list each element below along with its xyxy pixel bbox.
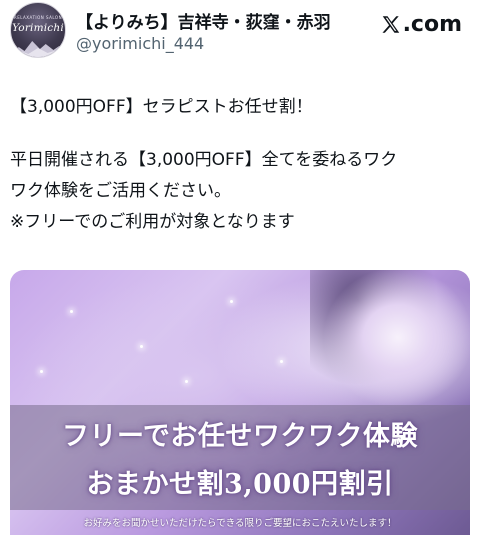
user-handle[interactable]: @yorimichi_444 bbox=[76, 34, 204, 53]
promo-headline: おまかせ割3,000円割引 bbox=[86, 469, 394, 500]
tweet-line: 平日開催される【3,000円OFF】全てを委ねるワク bbox=[10, 150, 398, 170]
model-portrait bbox=[310, 270, 470, 420]
x-logo-icon bbox=[382, 15, 399, 33]
promo-headline: フリーでお任せワクワク体験 bbox=[62, 421, 418, 452]
avatar-small-text: RELAXATION SALON bbox=[13, 15, 63, 20]
tweet-card: RELAXATION SALON Yorimichi 【よりみち】吉祥寺・荻窪・… bbox=[0, 0, 480, 535]
display-name[interactable]: 【よりみち】吉祥寺・荻窪・赤羽 bbox=[76, 8, 331, 33]
x-logo-link[interactable]: .com bbox=[380, 12, 462, 37]
mountain-logo-icon bbox=[11, 41, 65, 57]
tweet-line: ワク体験をご活用ください。 bbox=[10, 181, 231, 201]
x-logo-label: .com bbox=[402, 12, 462, 37]
tweet-line: 【3,000円OFF】セラピストお任せ割！ bbox=[10, 97, 313, 117]
tweet-text: 【3,000円OFF】セラピストお任せ割！ 平日開催される【3,000円OFF】… bbox=[10, 92, 470, 238]
avatar-wordmark: Yorimichi bbox=[12, 22, 64, 34]
promo-image[interactable]: フリーでお任せワクワク体験 おまかせ割3,000円割引 お好みをお聞かせいただけ… bbox=[10, 270, 470, 535]
avatar[interactable]: RELAXATION SALON Yorimichi bbox=[10, 2, 66, 58]
tweet-line: ※フリーでのご利用が対象となります bbox=[10, 212, 295, 232]
promo-tagline: お好みをお聞かせいただけたらできる限りご要望におこたえいたします！ bbox=[83, 518, 397, 529]
